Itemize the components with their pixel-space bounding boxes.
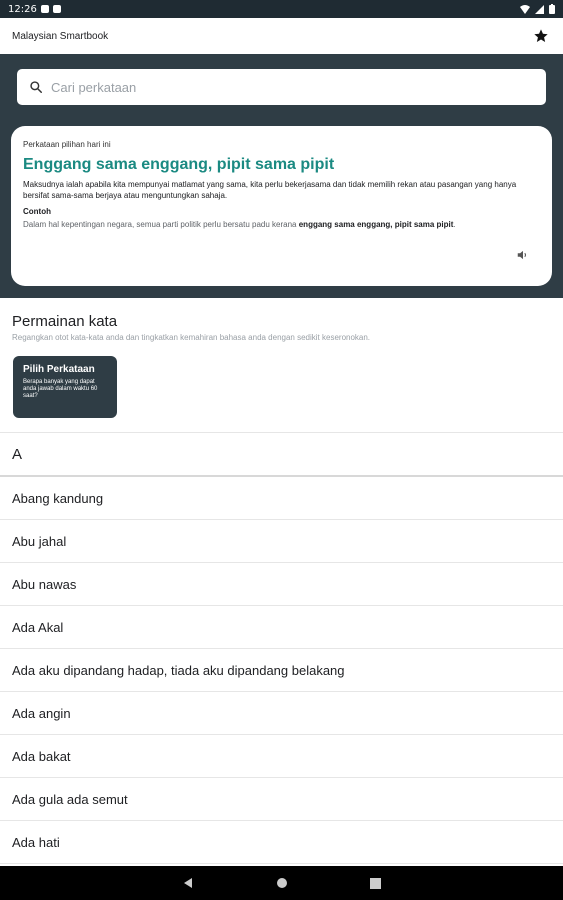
example-prefix: Dalam hal kepentingan negara, semua part… <box>23 220 299 229</box>
word-games-section: Permainan kata Regangkan otot kata-kata … <box>0 298 563 432</box>
sim-icon <box>52 5 61 13</box>
home-button[interactable] <box>275 876 289 890</box>
list-item[interactable]: Abang kandung <box>0 477 563 520</box>
app-title: Malaysian Smartbook <box>12 30 109 42</box>
search-box[interactable] <box>17 69 546 105</box>
speaker-button[interactable] <box>516 248 532 264</box>
star-icon <box>534 29 548 42</box>
speaker-icon <box>517 250 527 260</box>
recents-button[interactable] <box>369 876 383 890</box>
notification-icon <box>40 5 49 13</box>
games-title: Permainan kata <box>12 313 118 330</box>
list-item[interactable]: Ada bakat <box>0 735 563 778</box>
list-item[interactable]: Ada aku dipandang hadap, tiada aku dipan… <box>0 649 563 692</box>
game-card-title: Pilih Perkataan <box>23 364 95 375</box>
games-subtitle: Regangkan otot kata-kata anda dan tingka… <box>12 333 371 342</box>
list-item[interactable]: Abu nawas <box>0 563 563 606</box>
example-label: Contoh <box>23 207 51 216</box>
list-item[interactable]: Ada Akal <box>0 606 563 649</box>
signal-icon <box>535 4 544 14</box>
word-of-day-meaning: Maksudnya ialah apabila kita mempunyai m… <box>23 180 517 200</box>
status-time: 12:26 <box>8 3 37 15</box>
list-item[interactable]: Ada angin <box>0 692 563 735</box>
word-of-day-card[interactable]: Perkataan pilihan hari ini Enggang sama … <box>11 126 552 286</box>
favorite-button[interactable] <box>531 26 551 46</box>
search-input[interactable] <box>51 79 491 95</box>
letter-section-header: A <box>0 432 563 477</box>
list-item[interactable]: Abu jahal <box>0 520 563 563</box>
status-bar-right <box>520 4 555 14</box>
pick-word-game-card[interactable]: Pilih Perkataan Berapa banyak yang dapat… <box>13 356 117 418</box>
list-item[interactable]: Ada gula ada semut <box>0 778 563 821</box>
app-bar: Malaysian Smartbook <box>0 18 563 54</box>
example-suffix: . <box>453 220 456 229</box>
status-bar: 12:26 <box>0 0 563 18</box>
search-icon <box>30 81 42 93</box>
recents-icon <box>370 877 381 889</box>
home-icon <box>276 878 287 888</box>
list-item[interactable]: Ada hati <box>0 821 563 864</box>
status-bar-left: 12:26 <box>8 4 61 15</box>
game-card-description: Berapa banyak yang dapat anda jawab dala… <box>23 379 98 399</box>
battery-icon <box>549 4 555 14</box>
example-text: Dalam hal kepentingan negara, semua part… <box>23 219 540 230</box>
system-nav-bar <box>0 866 563 900</box>
word-list: Abang kandung Abu jahal Abu nawas Ada Ak… <box>0 477 563 864</box>
example-bold: enggang sama enggang, pipit sama pipit <box>298 220 454 229</box>
word-of-day-title: Enggang sama enggang, pipit sama pipit <box>23 156 335 173</box>
header-area: Perkataan pilihan hari ini Enggang sama … <box>0 54 563 298</box>
word-of-day-heading: Perkataan pilihan hari ini <box>23 140 111 149</box>
back-icon <box>183 878 192 888</box>
wifi-icon <box>520 4 530 14</box>
back-button[interactable] <box>181 876 195 890</box>
